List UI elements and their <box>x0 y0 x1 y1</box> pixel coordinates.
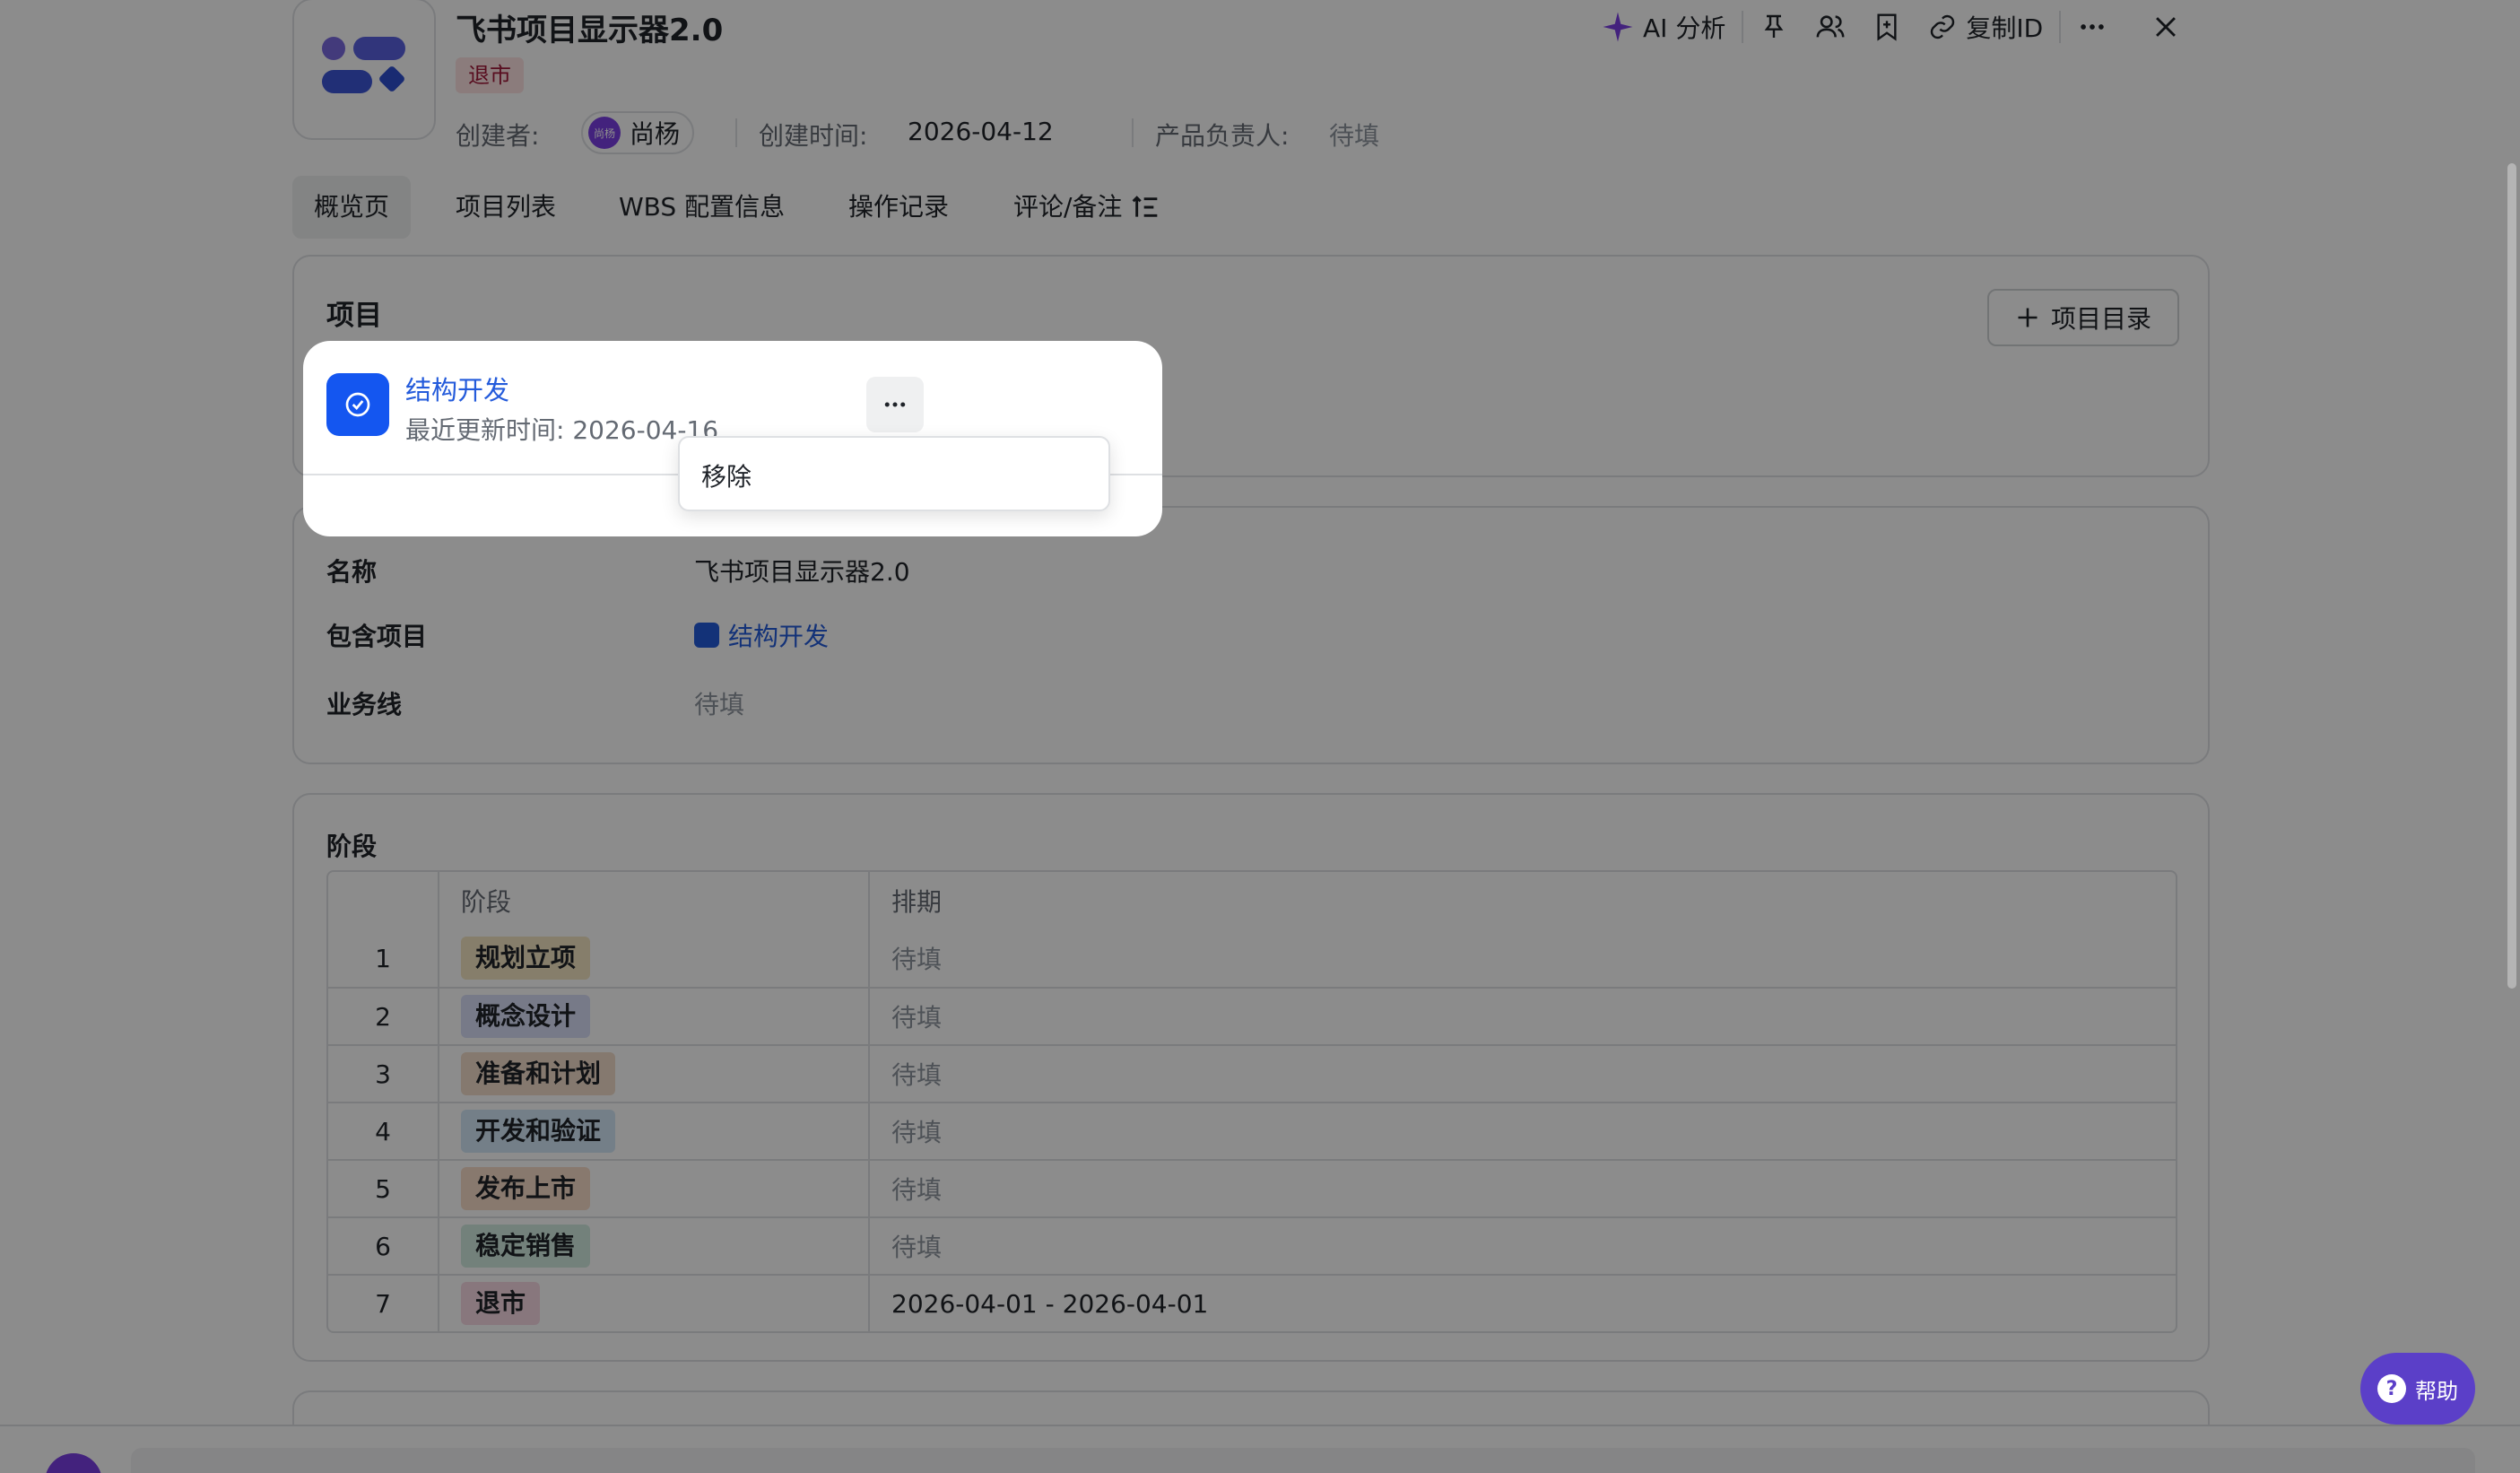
project-item-name[interactable]: 结构开发 <box>405 370 509 407</box>
help-label: 帮助 <box>2415 1378 2458 1404</box>
modal-overlay[interactable] <box>0 0 2520 1473</box>
project-item-updated: 最近更新时间: 2026-04-16 <box>405 415 719 445</box>
project-item-icon <box>326 373 389 436</box>
check-circle-icon <box>345 392 370 417</box>
project-item-menu: 移除 <box>678 436 1110 511</box>
help-button[interactable]: ? 帮助 <box>2360 1353 2475 1425</box>
project-item-more-button[interactable] <box>866 377 924 432</box>
menu-item-remove[interactable]: 移除 <box>701 458 752 493</box>
scrollbar[interactable] <box>2507 163 2516 989</box>
help-icon: ? <box>2377 1374 2406 1403</box>
more-icon <box>884 402 906 407</box>
